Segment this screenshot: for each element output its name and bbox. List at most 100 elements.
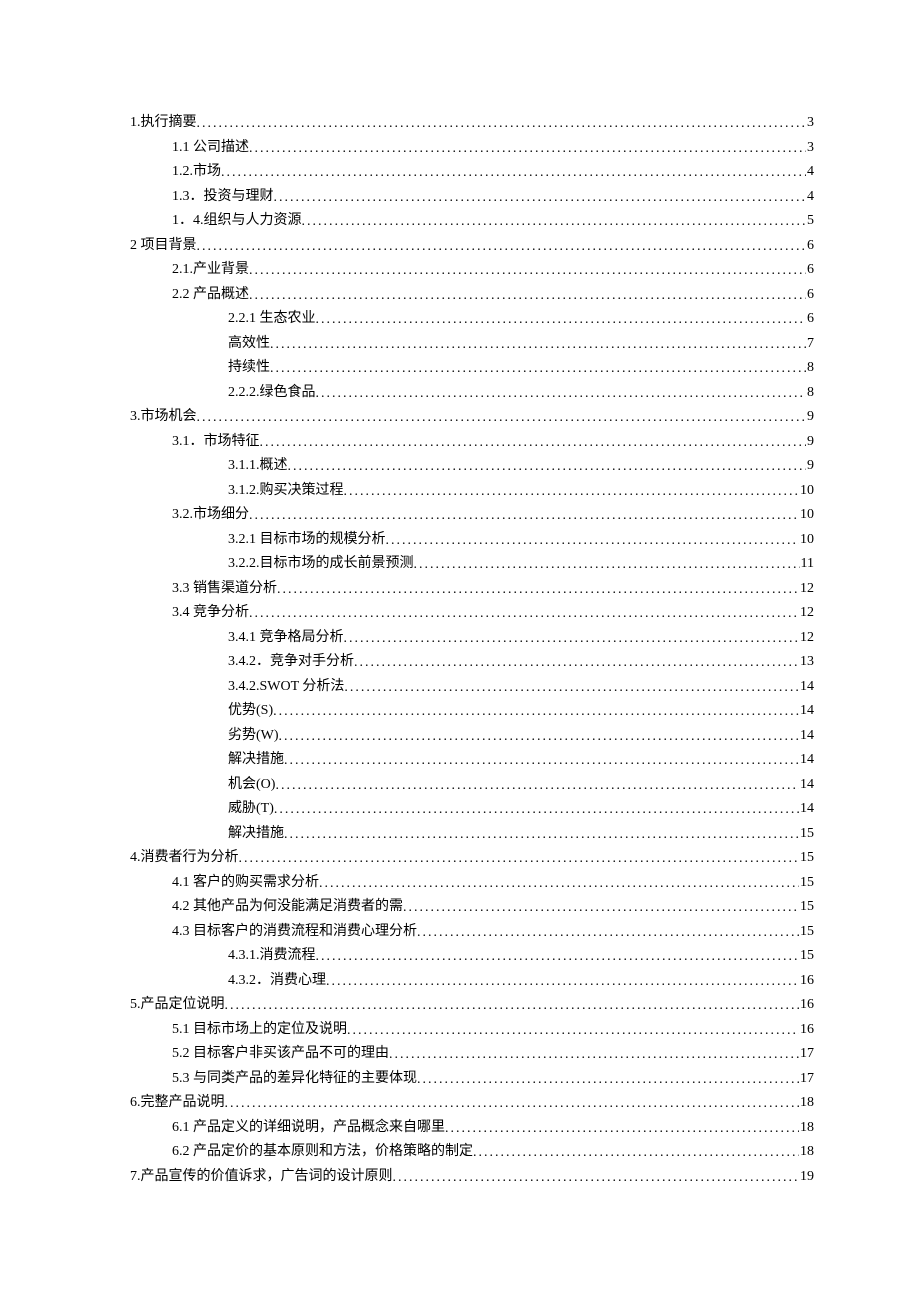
toc-entry[interactable]: 3.1.1.概述9	[130, 459, 814, 473]
toc-entry-title: 6.完整产品说明	[130, 1096, 225, 1110]
toc-entry[interactable]: 3.2.2.目标市场的成长前景预测11	[130, 557, 814, 571]
toc-entry[interactable]: 解决措施15	[130, 827, 814, 841]
toc-leader-dots	[225, 999, 800, 1013]
toc-leader-dots	[403, 901, 799, 915]
toc-entry[interactable]: 3.4.2．竞争对手分析13	[130, 655, 814, 669]
toc-entry[interactable]: 2.1.产业背景6	[130, 263, 814, 277]
toc-leader-dots	[417, 1073, 799, 1087]
toc-entry-page: 16	[799, 1023, 814, 1037]
toc-entry[interactable]: 持续性8	[130, 361, 814, 375]
toc-entry[interactable]: 2.2.1 生态农业 6	[130, 312, 814, 326]
toc-entry[interactable]: 5.产品定位说明16	[130, 998, 814, 1012]
toc-entry-page: 17	[799, 1072, 814, 1086]
toc-leader-dots	[260, 436, 807, 450]
toc-entry-title: 2.1.产业背景	[172, 263, 249, 277]
toc-entry[interactable]: 6.2 产品定价的基本原则和方法，价格策略的制定18	[130, 1145, 814, 1159]
toc-leader-dots	[197, 117, 807, 131]
toc-entry-title: 2.2.1 生态农业	[228, 312, 316, 326]
toc-leader-dots	[274, 191, 807, 205]
toc-leader-dots	[249, 607, 799, 621]
toc-entry[interactable]: 7.产品宣传的价值诉求，广告词的设计原则19	[130, 1170, 814, 1184]
toc-leader-dots	[302, 215, 807, 229]
toc-entry[interactable]: 2.2.2.绿色食品8	[130, 386, 814, 400]
toc-leader-dots	[316, 950, 800, 964]
toc-entry-page: 9	[806, 459, 814, 473]
toc-entry-page: 10	[799, 484, 814, 498]
toc-leader-dots	[344, 632, 800, 646]
toc-entry-title: 1.1 公司描述	[172, 141, 249, 155]
toc-entry[interactable]: 1.3．投资与理财4	[130, 190, 814, 204]
table-of-contents: 1.执行摘要3 1.1 公司描述3 1.2.市场4 1.3．投资与理财4 1．4.组织与…	[130, 116, 814, 1184]
toc-entry[interactable]: 6.1 产品定义的详细说明，产品概念来自哪里18	[130, 1121, 814, 1135]
toc-entry-title: 1.执行摘要	[130, 116, 197, 130]
toc-leader-dots	[473, 1146, 799, 1160]
toc-entry-page: 15	[799, 851, 814, 865]
toc-entry-page: 8	[806, 361, 814, 375]
toc-entry[interactable]: 1.执行摘要3	[130, 116, 814, 130]
toc-leader-dots	[319, 877, 799, 891]
toc-leader-dots	[288, 460, 807, 474]
toc-entry-page: 16	[799, 974, 814, 988]
toc-entry[interactable]: 6.完整产品说明18	[130, 1096, 814, 1110]
toc-entry-page: 6	[806, 239, 814, 253]
toc-entry[interactable]: 威胁(T)14	[130, 802, 814, 816]
toc-entry[interactable]: 3.市场机会9	[130, 410, 814, 424]
toc-entry[interactable]: 高效性7	[130, 337, 814, 351]
toc-leader-dots	[326, 975, 799, 989]
toc-entry[interactable]: 解决措施14	[130, 753, 814, 767]
toc-entry-title: 4.1 客户的购买需求分析	[172, 876, 319, 890]
toc-entry[interactable]: 3.4.2.SWOT 分析法14	[130, 680, 814, 694]
toc-entry-page: 12	[799, 606, 814, 620]
toc-entry[interactable]: 4.1 客户的购买需求分析15	[130, 876, 814, 890]
toc-leader-dots	[275, 779, 799, 793]
toc-leader-dots	[344, 485, 800, 499]
toc-entry[interactable]: 4.3.1.消费流程15	[130, 949, 814, 963]
toc-entry[interactable]: 2 项目背景 6	[130, 239, 814, 253]
toc-entry[interactable]: 4.消费者行为分析15	[130, 851, 814, 865]
toc-entry[interactable]: 3.4.1 竞争格局分析12	[130, 631, 814, 645]
toc-entry-title: 4.3.1.消费流程	[228, 949, 316, 963]
toc-entry-title: 7.产品宣传的价值诉求，广告词的设计原则	[130, 1170, 393, 1184]
toc-entry[interactable]: 5.2 目标客户非买该产品不可的理由17	[130, 1047, 814, 1061]
toc-entry-title: 3.2.2.目标市场的成长前景预测	[228, 557, 414, 571]
toc-entry[interactable]: 1.1 公司描述3	[130, 141, 814, 155]
toc-entry[interactable]: 机会(O)14	[130, 778, 814, 792]
toc-entry[interactable]: 5.3 与同类产品的差异化特征的主要体现17	[130, 1072, 814, 1086]
toc-entry-page: 15	[799, 900, 814, 914]
toc-entry-title: 3.1.2.购买决策过程	[228, 484, 344, 498]
toc-leader-dots	[393, 1171, 800, 1185]
toc-entry[interactable]: 3.2.1 目标市场的规模分析10	[130, 533, 814, 547]
toc-entry[interactable]: 4.3.2．消费心理16	[130, 974, 814, 988]
toc-entry[interactable]: 4.2 其他产品为何没能满足消费者的需 15	[130, 900, 814, 914]
toc-entry[interactable]: 2.2 产品概述6	[130, 288, 814, 302]
toc-entry-page: 10	[799, 508, 814, 522]
toc-entry[interactable]: 5.1 目标市场上的定位及说明16	[130, 1023, 814, 1037]
toc-entry[interactable]: 4.3 目标客户的消费流程和消费心理分析15	[130, 925, 814, 939]
toc-entry-title: 4.2 其他产品为何没能满足消费者的需	[172, 900, 403, 914]
toc-entry[interactable]: 3.2.市场细分 10	[130, 508, 814, 522]
toc-leader-dots	[284, 754, 799, 768]
toc-entry[interactable]: 1.2.市场4	[130, 165, 814, 179]
toc-entry[interactable]: 1．4.组织与人力资源5	[130, 214, 814, 228]
toc-entry[interactable]: 3.1．市场特征9	[130, 435, 814, 449]
toc-entry-title: 5.2 目标客户非买该产品不可的理由	[172, 1047, 389, 1061]
toc-entry[interactable]: 3.1.2.购买决策过程 10	[130, 484, 814, 498]
toc-leader-dots	[249, 142, 806, 156]
toc-entry-page: 5	[806, 214, 814, 228]
toc-entry-title: 1.3．投资与理财	[172, 190, 274, 204]
toc-entry-page: 15	[799, 827, 814, 841]
toc-entry-title: 3.2.市场细分	[172, 508, 249, 522]
toc-entry-title: 高效性	[228, 337, 270, 351]
toc-entry[interactable]: 3.4 竞争分析12	[130, 606, 814, 620]
toc-entry[interactable]: 3.3 销售渠道分析12	[130, 582, 814, 596]
toc-entry-title: 3.3 销售渠道分析	[172, 582, 277, 596]
toc-entry-title: 2 项目背景	[130, 239, 197, 253]
toc-entry-title: 3.4.1 竞争格局分析	[228, 631, 344, 645]
toc-entry-page: 6	[806, 312, 814, 326]
toc-entry[interactable]: 优势(S)14	[130, 704, 814, 718]
toc-entry-page: 9	[806, 410, 814, 424]
toc-leader-dots	[273, 705, 799, 719]
toc-entry[interactable]: 劣势(W)14	[130, 729, 814, 743]
toc-leader-dots	[197, 240, 807, 254]
toc-leader-dots	[239, 852, 800, 866]
